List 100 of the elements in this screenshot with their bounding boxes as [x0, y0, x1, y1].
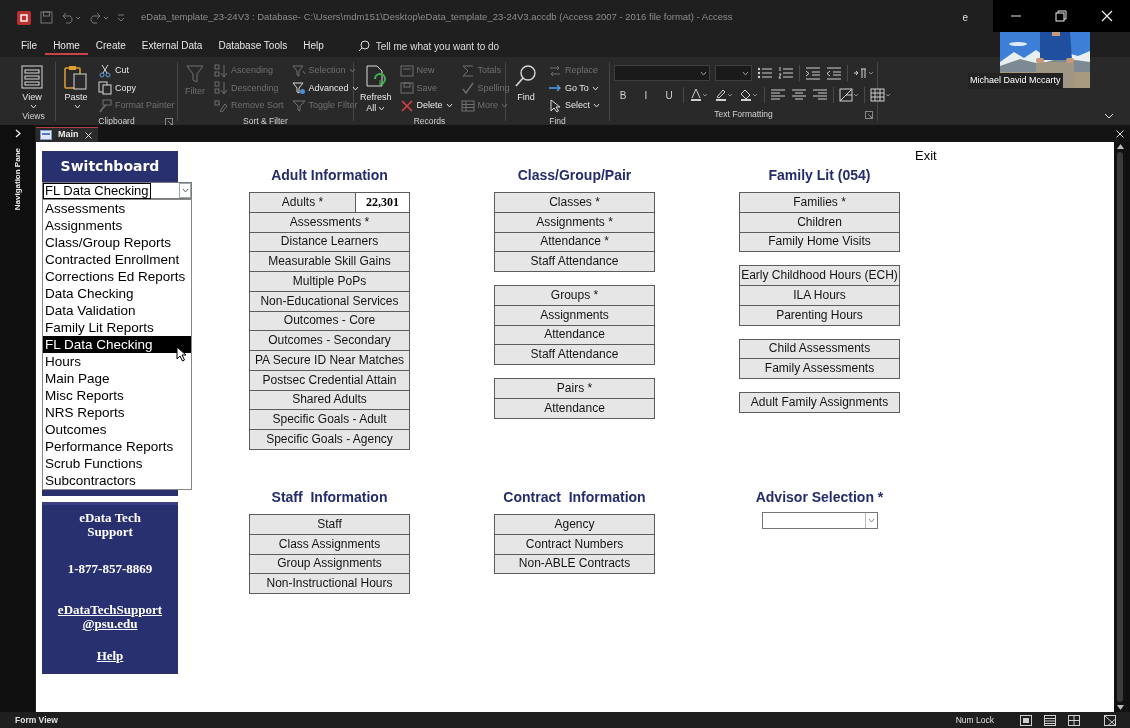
dropdown-option[interactable]: Family Lit Reports	[43, 319, 191, 336]
datasheet-view-icon[interactable]	[1044, 714, 1056, 726]
form-button[interactable]: PA Secure ID Near Matches	[249, 350, 410, 371]
form-button[interactable]: Non-Instructional Hours	[249, 573, 410, 594]
fill-color-icon[interactable]	[739, 88, 759, 102]
font-color-icon[interactable]	[689, 88, 709, 102]
dropdown-option[interactable]: Performance Reports	[43, 438, 191, 455]
form-button[interactable]: Class Assignments	[249, 533, 410, 555]
form-button[interactable]: Family Home Visits	[739, 231, 900, 253]
align-center-icon[interactable]	[791, 88, 807, 102]
exit-button[interactable]: Exit	[915, 146, 937, 166]
dropdown-option[interactable]: Data Checking	[43, 285, 191, 302]
paragraph-direction-icon[interactable]	[853, 66, 875, 80]
form-button[interactable]: Specific Goals - Adult	[249, 409, 410, 430]
form-button[interactable]: Staff Attendance	[494, 251, 655, 272]
cut-button[interactable]: Cut	[96, 62, 177, 80]
dropdown-option[interactable]: FL Data Checking	[43, 336, 191, 353]
form-button[interactable]: ILA Hours	[739, 285, 900, 306]
form-button[interactable]: Early Childhood Hours (ECH)	[739, 265, 900, 286]
dropdown-option[interactable]: Scrub Functions	[43, 455, 191, 472]
menu-tab[interactable]: Home	[45, 37, 88, 55]
copy-button[interactable]: Copy	[96, 79, 177, 97]
form-button[interactable]: Staff	[249, 514, 410, 535]
design-view-icon[interactable]	[1104, 714, 1116, 726]
dropdown-option[interactable]: Class/Group Reports	[43, 234, 191, 251]
menu-tab[interactable]: Database Tools	[210, 37, 296, 55]
close-icon[interactable]	[84, 131, 92, 139]
close-icon[interactable]	[1116, 130, 1124, 138]
select-button[interactable]: Select	[546, 97, 602, 115]
expand-pane-icon[interactable]	[14, 129, 21, 138]
form-button[interactable]: Groups *	[494, 285, 655, 306]
format-toggle[interactable]: B	[614, 87, 632, 103]
customize-icon[interactable]	[117, 13, 125, 22]
undo-icon[interactable]	[61, 11, 81, 24]
menu-tab[interactable]: File	[13, 37, 46, 55]
tell-me-field[interactable]: Tell me what you want to do	[375, 38, 526, 54]
form-button[interactable]: Non-ABLE Contracts	[494, 553, 655, 575]
help-link[interactable]: Help	[96, 648, 124, 664]
form-button[interactable]: Postsec Credential Attain	[249, 369, 410, 391]
gridlines-icon[interactable]	[839, 88, 859, 102]
dialog-launcher-icon[interactable]	[865, 111, 873, 119]
find-button[interactable]: Find	[510, 62, 542, 104]
indent-icon[interactable]	[805, 66, 821, 80]
dropdown-option[interactable]: Contracted Enrollment	[43, 251, 191, 268]
email-link[interactable]: eDataTechSupport @psu.edu	[57, 603, 163, 631]
refresh-all-button[interactable]: Refresh All	[358, 62, 394, 115]
go-to-button[interactable]: Go To	[546, 79, 602, 97]
numbered-list-icon[interactable]	[778, 66, 794, 80]
form-button[interactable]: Assignments	[494, 304, 655, 326]
collapse-ribbon-icon[interactable]	[1104, 113, 1114, 119]
align-right-icon[interactable]	[812, 88, 828, 102]
dropdown-option[interactable]: NRS Reports	[43, 404, 191, 421]
form-button[interactable]: Specific Goals - Agency	[249, 429, 410, 450]
alternate-row-color-icon[interactable]	[870, 88, 892, 102]
form-view-icon[interactable]	[1020, 714, 1032, 726]
form-button[interactable]: Measurable Skill Gains	[249, 251, 410, 272]
dropdown-option[interactable]: Assignments	[43, 217, 191, 234]
highlighter-icon[interactable]	[714, 88, 734, 102]
dropdown-option[interactable]: Hours	[43, 353, 191, 370]
form-button[interactable]: Attendance	[494, 397, 655, 419]
scrollbar[interactable]	[1114, 142, 1126, 712]
form-button[interactable]: Non-Educational Services	[249, 290, 410, 312]
menu-tab[interactable]: External Data	[133, 37, 211, 55]
form-button[interactable]: Agency	[494, 514, 655, 535]
form-button[interactable]: Multiple PoPs	[249, 271, 410, 292]
form-button[interactable]: Parenting Hours	[739, 304, 900, 326]
navigation-pane-label[interactable]: Navigation Pane	[11, 148, 24, 211]
dropdown-option[interactable]: Corrections Ed Reports	[43, 268, 191, 285]
form-button[interactable]: Family Assessments	[739, 358, 900, 379]
format-toggle[interactable]: I	[637, 87, 655, 103]
dialog-launcher-icon[interactable]	[165, 117, 173, 126]
dropdown-option[interactable]: Subcontractors	[43, 472, 191, 489]
dropdown-option[interactable]: Outcomes	[43, 421, 191, 438]
form-button[interactable]: Assessments *	[249, 211, 410, 233]
view-button[interactable]: View	[16, 62, 48, 110]
format-toggle[interactable]: U	[660, 87, 678, 103]
menu-tab[interactable]: Help	[295, 37, 332, 55]
align-left-icon[interactable]	[770, 88, 786, 102]
advanced-button[interactable]: Advanced	[289, 79, 361, 97]
menu-tab[interactable]: Create	[87, 37, 134, 55]
form-button[interactable]: Assignments *	[494, 211, 655, 233]
dropdown-option[interactable]: Assessments	[43, 200, 191, 217]
redo-icon[interactable]	[89, 11, 109, 24]
form-button[interactable]: Families *	[739, 192, 900, 213]
delete-button[interactable]: Delete	[397, 97, 455, 115]
form-button[interactable]: Outcomes - Secondary	[249, 330, 410, 351]
form-button[interactable]: Classes *	[494, 192, 655, 213]
form-button[interactable]: Staff Attendance	[494, 344, 655, 365]
advisor-combo[interactable]	[761, 512, 878, 529]
form-button[interactable]: Contract Numbers	[494, 533, 655, 555]
dropdown-option[interactable]: Main Page	[43, 370, 191, 387]
form-button[interactable]: Child Assessments	[739, 338, 900, 360]
form-button[interactable]: Children	[739, 211, 900, 233]
form-button[interactable]: Pairs *	[494, 378, 655, 399]
bullet-list-icon[interactable]	[757, 66, 773, 80]
outdent-icon[interactable]	[826, 66, 842, 80]
form-button[interactable]: Adult Family Assignments	[739, 392, 900, 413]
count-field[interactable]: 22,301	[356, 192, 410, 213]
paste-button[interactable]: Paste	[60, 62, 92, 110]
form-button[interactable]: Adults *	[249, 192, 356, 213]
